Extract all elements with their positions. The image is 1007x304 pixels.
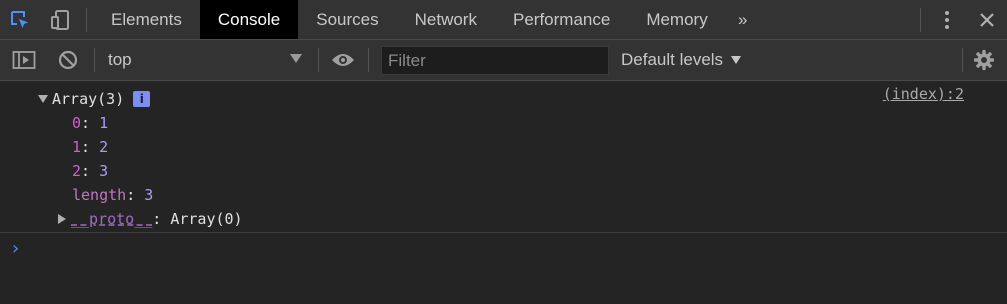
toolbar-divider (318, 48, 319, 72)
property-value: 3 (99, 162, 109, 180)
expand-triangle-icon[interactable] (58, 214, 66, 224)
tab-performance[interactable]: Performance (495, 0, 628, 39)
property-value: 1 (99, 114, 109, 132)
source-link[interactable]: (index):2 (883, 85, 964, 103)
device-toolbar-icon[interactable] (40, 0, 80, 39)
property-colon: : (126, 186, 145, 204)
context-selector[interactable]: top (100, 40, 314, 80)
console-prompt[interactable]: › (12, 238, 19, 259)
tab-console[interactable]: Console (199, 0, 299, 39)
console-output: Array(3) i (index):2 0: 1 1: 2 2: 3 leng… (0, 81, 1007, 233)
property-key: length (72, 186, 127, 204)
property-colon: : (81, 162, 100, 180)
proto-value: Array(0) (170, 210, 243, 228)
more-tabs-button[interactable]: » (726, 0, 760, 39)
property-key: 1 (72, 138, 82, 156)
array-entry: 1: 2 (0, 135, 1007, 159)
tab-sources[interactable]: Sources (298, 0, 396, 39)
property-colon: : (152, 210, 171, 228)
log-levels-label: Default levels (621, 50, 724, 69)
property-colon: : (81, 114, 100, 132)
info-icon[interactable]: i (133, 91, 151, 107)
proto-key: __proto__ (71, 210, 153, 228)
console-divider (0, 232, 1007, 233)
array-entry: 2: 3 (0, 159, 1007, 183)
filter-input[interactable] (381, 46, 609, 75)
proto-entry[interactable]: __proto__: Array(0) (0, 207, 1007, 231)
toolbar-divider (368, 48, 369, 72)
tab-network[interactable]: Network (397, 0, 495, 39)
property-key: 0 (72, 114, 82, 132)
toolbar-divider (920, 8, 921, 32)
array-summary: Array(3) (52, 90, 125, 108)
property-value: 2 (99, 138, 109, 156)
toolbar-divider (94, 48, 95, 72)
close-icon[interactable] (967, 0, 1007, 39)
clear-console-icon[interactable] (50, 40, 86, 80)
console-toolbar: top Default levels (0, 40, 1007, 81)
log-levels-dropdown[interactable]: Default levels (621, 40, 742, 80)
toolbar-divider (962, 48, 963, 72)
inspect-element-icon[interactable] (0, 0, 40, 39)
tab-memory[interactable]: Memory (628, 0, 725, 39)
tab-elements[interactable]: Elements (93, 0, 200, 39)
devtools-tab-bar: Elements Console Sources Network Perform… (0, 0, 1007, 40)
chevron-down-icon (290, 54, 302, 63)
property-value: 3 (144, 186, 154, 204)
expand-triangle-icon[interactable] (38, 95, 48, 103)
property-key: 2 (72, 162, 82, 180)
context-selector-value: top (108, 50, 132, 69)
chevron-down-icon (731, 56, 742, 64)
length-entry: length: 3 (0, 183, 1007, 207)
toolbar-divider (86, 8, 87, 32)
console-message[interactable]: Array(3) i (0, 87, 1007, 111)
sidebar-toggle-icon[interactable] (6, 40, 42, 80)
gear-icon[interactable] (967, 40, 1001, 80)
more-vertical-icon[interactable] (927, 0, 967, 39)
eye-icon[interactable] (326, 40, 360, 80)
array-entry: 0: 1 (0, 111, 1007, 135)
property-colon: : (81, 138, 100, 156)
